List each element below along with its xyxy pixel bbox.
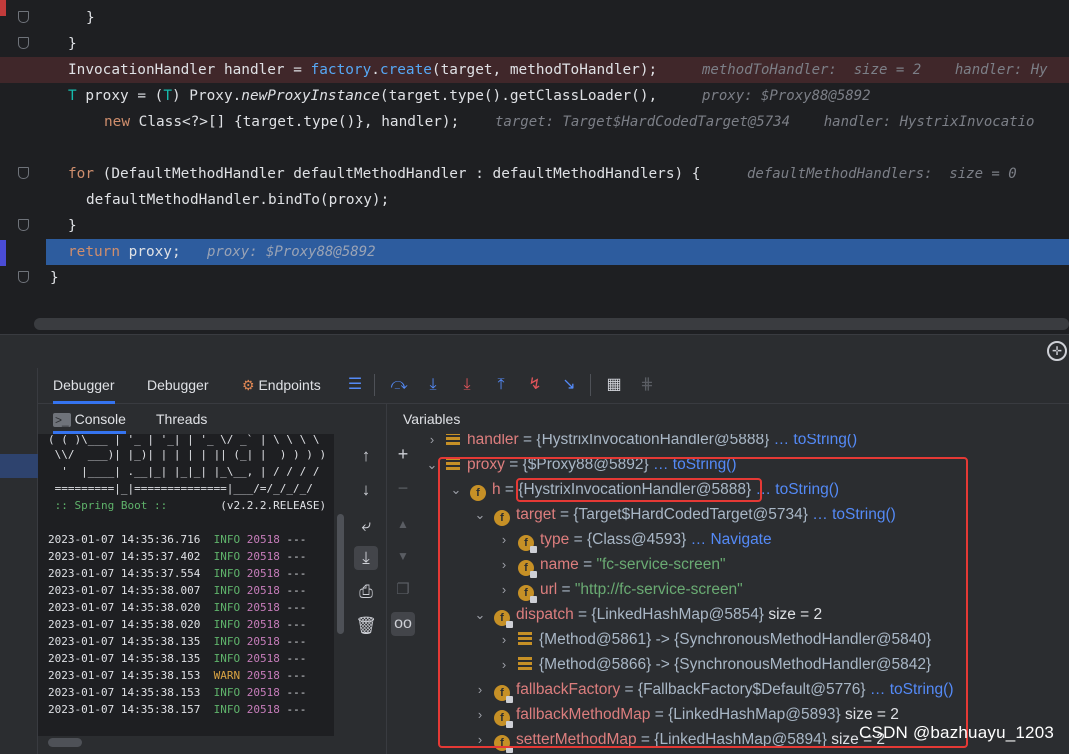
expand-arrow-icon[interactable]: ›	[424, 434, 440, 452]
variable-link[interactable]: toString()	[793, 434, 857, 448]
inline-debug-hint: methodToHandler: size = 2 handler: Hy	[702, 62, 1048, 78]
console-tab-bar: >_ Console Threads	[38, 404, 385, 434]
console-output[interactable]: ( ( )\___ | '_ | '_| | '_ \/ _` | \ \ \ …	[38, 434, 334, 736]
endpoints-icon: ⚙	[242, 377, 255, 393]
show-execution-point-icon[interactable]: ⤼	[388, 374, 410, 396]
step-out-icon[interactable]: ⤒	[490, 374, 512, 396]
code-text: return proxy;	[68, 244, 181, 260]
console-horizontal-scrollbar[interactable]	[48, 738, 82, 747]
tab-threads[interactable]: Threads	[156, 404, 207, 434]
log-line: 2023-01-07 14:35:38.020 INFO 20518 ---	[48, 618, 307, 631]
console-toolbar: ↑ ↓ ⤶ ⤓ ⎙ 🗑	[346, 434, 386, 754]
code-text: T proxy = (T) Proxy.newProxyInstance(tar…	[68, 88, 658, 104]
log-line: 2023-01-07 14:35:37.402 INFO 20518 ---	[48, 550, 307, 563]
selected-strip-item[interactable]	[0, 454, 38, 478]
tool-window-header: ✛	[0, 334, 1069, 368]
evaluate-expression-icon[interactable]: ▦	[603, 374, 625, 396]
code-line-breakpoint[interactable]: InvocationHandler handler = factory.crea…	[0, 57, 1069, 83]
highlight-box-small	[516, 478, 762, 502]
ascii-banner-line: \\/ ___)| |_)| | | | | || (_| | ) ) ) )	[48, 448, 327, 461]
debugger-tab-bar: Debugger Debugger ⚙ Endpoints ☰ ⤼ ⤓ ⤓ ⤒ …	[38, 368, 1069, 404]
variables-toolbar: + − ▲ ▼ ❐ oo	[386, 434, 418, 754]
code-text: }	[68, 36, 77, 52]
glasses-icon[interactable]: oo	[391, 612, 415, 636]
copy-icon[interactable]: ❐	[391, 578, 415, 602]
spring-boot-line: :: Spring Boot :: (v2.2.2.RELEASE)	[48, 499, 327, 512]
inline-debug-hint: proxy: $Proxy88@5892	[702, 88, 871, 104]
soft-wrap-icon[interactable]: ⤶	[354, 514, 378, 538]
tab-console-label: Console	[74, 411, 126, 427]
move-down-icon[interactable]: ▼	[391, 544, 415, 568]
log-line: 2023-01-07 14:35:37.554 INFO 20518 ---	[48, 567, 307, 580]
code-text: }	[50, 270, 59, 286]
tab-debugger-2[interactable]: Debugger	[147, 368, 209, 404]
code-line[interactable]: }	[0, 5, 1069, 31]
left-tool-strip	[0, 368, 38, 754]
run-to-cursor-icon[interactable]: ↘	[558, 374, 580, 396]
tab-endpoints-label: Endpoints	[258, 377, 321, 393]
up-arrow-icon[interactable]: ↑	[354, 444, 378, 468]
code-text: InvocationHandler handler = factory.crea…	[68, 62, 658, 78]
log-line: 2023-01-07 14:35:38.135 INFO 20518 ---	[48, 652, 307, 665]
tab-endpoints[interactable]: ⚙ Endpoints	[242, 368, 321, 404]
editor-horizontal-scrollbar[interactable]	[34, 318, 1069, 330]
settings-icon[interactable]: ✛	[1047, 341, 1067, 361]
ascii-banner-line: ' |____| .__|_| |_|_| |_\__, | / / / /	[48, 465, 320, 478]
variable-value: {HystrixInvocationHandler@5888}	[536, 434, 770, 448]
variables-title: Variables	[403, 411, 461, 427]
print-icon[interactable]: ⎙	[354, 580, 378, 604]
inline-debug-hint: proxy: $Proxy88@5892	[207, 244, 376, 260]
code-editor[interactable]: ⊘ } } InvocationHandler handler = factor…	[0, 0, 1069, 334]
log-line: 2023-01-07 14:35:38.153 WARN 20518 ---	[48, 669, 307, 682]
code-line[interactable]: }	[0, 31, 1069, 57]
log-line: 2023-01-07 14:35:38.007 INFO 20518 ---	[48, 584, 307, 597]
down-arrow-icon[interactable]: ↓	[354, 478, 378, 502]
inline-debug-hint: defaultMethodHandlers: size = 0	[747, 166, 1017, 182]
code-text: }	[86, 10, 95, 26]
variable-row[interactable]: › handler = {HystrixInvocationHandler@588…	[424, 434, 857, 452]
code-line[interactable]: T proxy = (T) Proxy.newProxyInstance(tar…	[0, 83, 1069, 109]
inline-debug-hint: target: Target$HardCodedTarget@5734 hand…	[495, 114, 1035, 130]
code-text: new Class<?>[] {target.type()}, handler)…	[104, 114, 460, 130]
code-text: }	[68, 218, 77, 234]
drop-frame-icon[interactable]: ↯	[524, 374, 546, 396]
variable-name: handler	[467, 434, 519, 448]
remove-watch-icon[interactable]: −	[391, 476, 415, 500]
code-line[interactable]: }	[0, 213, 1069, 239]
watermark: CSDN @bazhuayu_1203	[859, 723, 1054, 742]
log-line: 2023-01-07 14:35:38.020 INFO 20518 ---	[48, 601, 307, 614]
trash-icon[interactable]: 🗑	[354, 614, 378, 638]
scroll-to-end-icon[interactable]: ⤓	[354, 546, 378, 570]
log-line: 2023-01-07 14:35:38.153 INFO 20518 ---	[48, 686, 307, 699]
list-icon	[446, 434, 460, 445]
code-text: defaultMethodHandler.bindTo(proxy);	[86, 192, 390, 208]
console-icon: >_	[53, 413, 71, 427]
log-line: 2023-01-07 14:35:38.157 INFO 20518 ---	[48, 703, 307, 716]
console-scrollbar[interactable]	[334, 434, 346, 736]
code-line[interactable]: }	[0, 265, 1069, 291]
log-line: 2023-01-07 14:35:38.135 INFO 20518 ---	[48, 635, 307, 648]
code-line[interactable]: new Class<?>[] {target.type()}, handler)…	[0, 109, 1069, 135]
ascii-banner-line: =========|_|==============|___/=/_/_/_/	[48, 482, 313, 495]
log-line: 2023-01-07 14:35:36.716 INFO 20518 ---	[48, 533, 307, 546]
code-line-current[interactable]: return proxy; proxy: $Proxy88@5892	[46, 239, 1069, 265]
tab-console[interactable]: >_ Console	[53, 404, 126, 434]
move-up-icon[interactable]: ▲	[391, 512, 415, 536]
layout-menu-icon[interactable]: ☰	[344, 374, 366, 396]
step-into-icon[interactable]: ⤓	[456, 374, 478, 396]
add-watch-icon[interactable]: +	[391, 442, 415, 466]
code-line[interactable]: defaultMethodHandler.bindTo(proxy);	[0, 187, 1069, 213]
step-over-icon[interactable]: ⤓	[422, 374, 444, 396]
tab-debugger[interactable]: Debugger	[53, 368, 115, 404]
code-text: for (DefaultMethodHandler defaultMethodH…	[68, 166, 701, 182]
code-line[interactable]: for (DefaultMethodHandler defaultMethodH…	[0, 161, 1069, 187]
variables-header: Variables	[386, 404, 1069, 434]
trace-icon[interactable]: ⋕	[636, 374, 658, 396]
